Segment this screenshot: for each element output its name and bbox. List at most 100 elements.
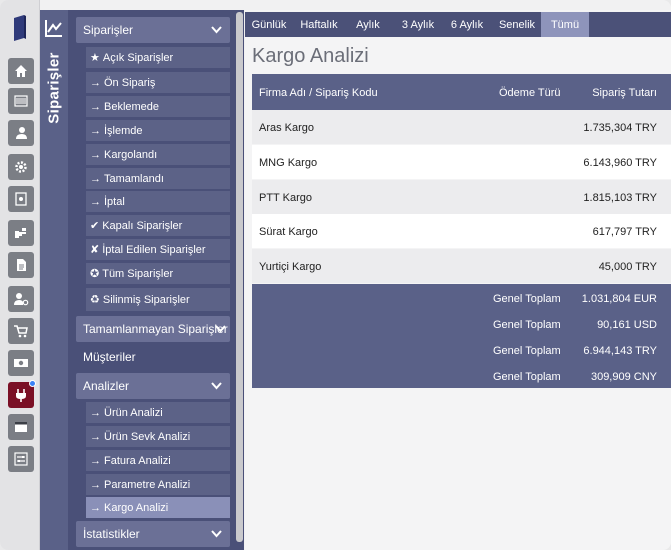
arrow-right-icon: → <box>90 124 101 137</box>
total-row: Genel Toplam 6.944,143 TRY <box>252 337 671 363</box>
header-payment-type: Ödeme Türü <box>499 87 561 99</box>
row-amount: 1.735,304 TRY <box>583 122 657 134</box>
menu-item-cancelled-orders[interactable]: ✘ İptal Edilen Siparişler <box>86 239 230 260</box>
arrow-right-icon: → <box>90 478 101 491</box>
arrow-right-icon: → <box>90 172 101 185</box>
notification-dot <box>29 380 36 387</box>
menu-item-cancelled[interactable]: → İptal <box>86 191 230 212</box>
arrow-right-icon: → <box>90 148 101 161</box>
total-label: Genel Toplam <box>493 319 561 331</box>
check-icon: ✔ <box>90 220 100 232</box>
chevron-down-icon <box>211 382 222 390</box>
hand-icon[interactable] <box>8 220 34 246</box>
row-amount: 1.815,103 TRY <box>583 192 657 204</box>
sliders-icon[interactable] <box>8 446 34 472</box>
app-window: Siparişler Siparişler ★ Açık Siparişler →… <box>0 0 671 550</box>
chevron-down-icon <box>211 26 222 34</box>
arrow-right-icon: → <box>90 100 101 113</box>
total-amount: 90,161 USD <box>597 319 657 331</box>
arrow-right-icon: → <box>90 430 101 443</box>
total-amount: 6.944,143 TRY <box>583 345 657 357</box>
menu-item-closed-orders[interactable]: ✔ Kapalı Siparişler <box>86 215 230 236</box>
menu-item-invoice-analysis[interactable]: → Fatura Analizi <box>86 450 230 471</box>
arrow-right-icon: → <box>90 195 101 208</box>
row-amount: 6.143,960 TRY <box>583 157 657 169</box>
page-title: Kargo Analizi <box>252 45 369 67</box>
user-settings-icon[interactable] <box>8 286 34 312</box>
money-icon[interactable] <box>8 350 34 376</box>
tab-yearly[interactable]: Senelik <box>495 12 539 37</box>
total-row: Genel Toplam 309,909 CNY <box>252 363 671 389</box>
row-amount: 617,797 TRY <box>592 226 657 238</box>
menu-item-product-analysis[interactable]: → Ürün Analizi <box>86 402 230 423</box>
home-icon[interactable] <box>8 58 34 84</box>
tab-weekly[interactable]: Haftalık <box>295 12 343 37</box>
circle-star-icon: ✪ <box>90 268 100 280</box>
gear-icon[interactable] <box>8 154 34 180</box>
menu-section-incomplete-orders[interactable]: Tamamlanmayan Siparişler <box>76 316 230 342</box>
table-row[interactable]: Yurtiçi Kargo 45,000 TRY <box>252 249 671 283</box>
total-label: Genel Toplam <box>493 345 561 357</box>
header-company: Firma Adı / Sipariş Kodu <box>259 87 378 99</box>
star-icon: ★ <box>90 52 100 64</box>
cart-icon[interactable] <box>8 318 34 344</box>
user-icon[interactable] <box>8 120 34 146</box>
line-chart-icon <box>45 20 62 37</box>
table-row[interactable]: MNG Kargo 6.143,960 TRY <box>252 145 671 179</box>
menu-item-completed[interactable]: → Tamamlandı <box>86 168 230 189</box>
chevron-down-icon <box>211 530 222 538</box>
menu-section-customers[interactable]: Müşteriler <box>76 344 230 370</box>
tab-all[interactable]: Tümü <box>541 12 589 37</box>
row-amount: 45,000 TRY <box>598 261 657 273</box>
total-amount: 309,909 CNY <box>590 371 657 383</box>
table-header: Firma Adı / Sipariş Kodu Ödeme Türü Sipa… <box>252 74 671 110</box>
arrow-right-icon: → <box>90 454 101 467</box>
row-company: Aras Kargo <box>259 122 315 134</box>
tab-half-year[interactable]: 6 Aylık <box>446 12 488 37</box>
table-row[interactable]: Aras Kargo 1.735,304 TRY <box>252 110 671 144</box>
menu-item-cargo-analysis[interactable]: → Kargo Analizi <box>86 497 230 518</box>
row-company: Sürat Kargo <box>259 226 318 238</box>
total-label: Genel Toplam <box>493 371 561 383</box>
tab-monthly[interactable]: Aylık <box>350 12 386 37</box>
recycle-icon: ♻ <box>90 294 100 306</box>
arrow-right-icon: → <box>90 501 101 514</box>
section-strip: Siparişler <box>40 10 68 550</box>
menu-item-processing[interactable]: → İşlemde <box>86 120 230 141</box>
row-company: Yurtiçi Kargo <box>259 261 322 273</box>
menu-scrollbar[interactable] <box>236 12 243 542</box>
menu-item-parameter-analysis[interactable]: → Parametre Analizi <box>86 474 230 495</box>
barcode-icon[interactable] <box>8 88 34 114</box>
menu-item-pre-order[interactable]: → Ön Sipariş <box>86 72 230 93</box>
document-icon[interactable] <box>8 252 34 278</box>
book-icon[interactable] <box>12 14 28 42</box>
menu-section-statistics[interactable]: İstatistikler <box>76 521 230 547</box>
row-company: MNG Kargo <box>259 157 318 169</box>
tab-daily[interactable]: Günlük <box>248 12 290 37</box>
arrow-right-icon: → <box>90 406 101 419</box>
row-company: PTT Kargo <box>259 192 312 204</box>
header-order-amount: Sipariş Tutarı <box>592 87 657 99</box>
menu-item-shipped[interactable]: → Kargolandı <box>86 144 230 165</box>
cross-icon: ✘ <box>90 244 100 256</box>
plug-icon[interactable] <box>8 380 36 408</box>
total-row: Genel Toplam 1.031,804 EUR <box>252 285 671 311</box>
total-amount: 1.031,804 EUR <box>581 293 657 305</box>
total-label: Genel Toplam <box>493 293 561 305</box>
table-row[interactable]: Sürat Kargo 617,797 TRY <box>252 214 671 248</box>
menu-item-product-shipment-analysis[interactable]: → Ürün Sevk Analizi <box>86 426 230 447</box>
table-row[interactable]: PTT Kargo 1.815,103 TRY <box>252 180 671 214</box>
section-title: Siparişler <box>45 52 63 124</box>
menu-section-analytics[interactable]: Analizler <box>76 373 230 399</box>
safe-icon[interactable] <box>8 186 34 212</box>
icon-rail <box>0 0 40 550</box>
menu-item-pending[interactable]: → Beklemede <box>86 96 230 117</box>
menu-item-all-orders[interactable]: ✪ Tüm Siparişler <box>86 263 230 284</box>
tab-quarterly[interactable]: 3 Aylık <box>396 12 440 37</box>
arrow-right-icon: → <box>90 76 101 89</box>
menu-item-deleted-orders[interactable]: ♻ Silinmiş Siparişler <box>86 288 230 311</box>
menu-section-orders[interactable]: Siparişler <box>76 17 230 43</box>
chevron-down-icon <box>215 325 226 333</box>
menu-item-open-orders[interactable]: ★ Açık Siparişler <box>86 47 230 68</box>
window-icon[interactable] <box>8 414 34 440</box>
